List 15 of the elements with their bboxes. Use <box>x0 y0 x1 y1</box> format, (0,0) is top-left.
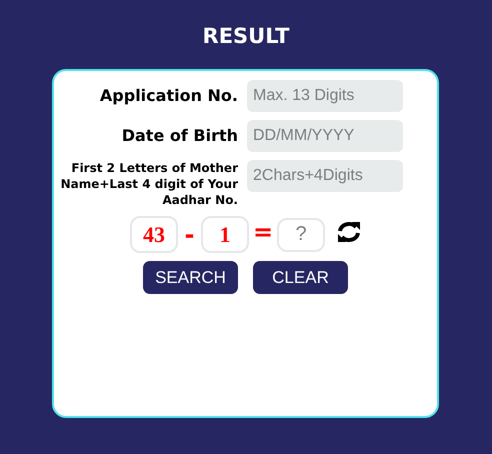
refresh-icon[interactable] <box>337 220 361 242</box>
clear-button[interactable]: CLEAR <box>253 261 348 294</box>
captcha-number: 43 <box>130 216 178 253</box>
search-button[interactable]: SEARCH <box>143 261 238 294</box>
input-field[interactable]: DD/MM/YYYY <box>247 120 403 152</box>
input-field[interactable]: 2Chars+4Digits <box>247 160 403 192</box>
field-label: Date of Birth <box>120 125 239 146</box>
captcha-answer-field[interactable]: ? <box>277 218 325 252</box>
field-label: Application No. <box>98 85 239 106</box>
page-title: RESULT <box>202 23 290 50</box>
captcha-operator: - <box>184 220 196 250</box>
equals-sign: = <box>252 216 274 248</box>
field-label: First 2 Letters of Mother Name+Last 4 digit of Your Aadhar No. <box>60 160 239 208</box>
input-field[interactable]: Max. 13 Digits <box>247 80 403 112</box>
captcha-number: 1 <box>201 216 249 253</box>
